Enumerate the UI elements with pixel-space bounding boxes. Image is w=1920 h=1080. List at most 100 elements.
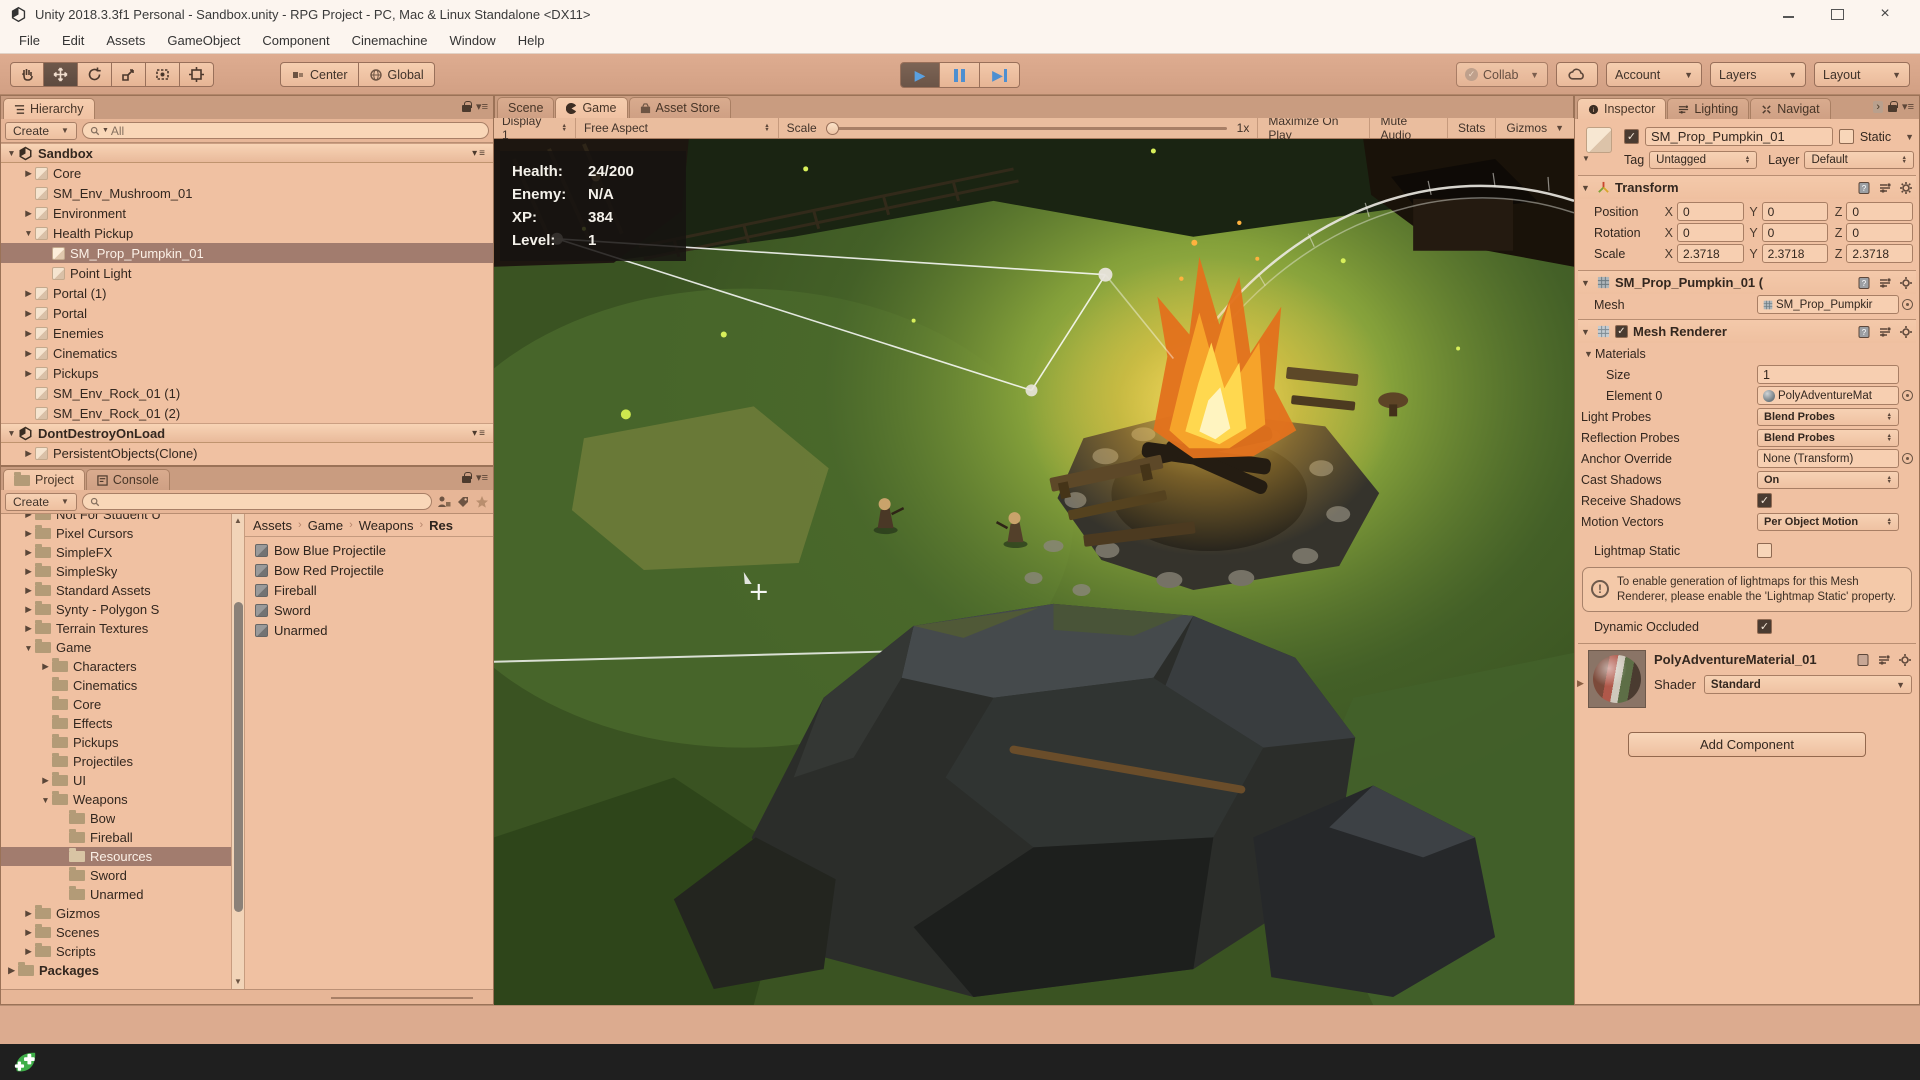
foldout-icon[interactable]: ▶	[22, 623, 35, 634]
menu-help[interactable]: Help	[507, 28, 556, 53]
asset-file-item[interactable]: Fireball	[245, 580, 493, 600]
gear-icon[interactable]	[1899, 181, 1913, 195]
static-dropdown-icon[interactable]: ▼	[1905, 132, 1914, 142]
pivot-toggle[interactable]: Center	[280, 62, 359, 87]
foldout-icon[interactable]: ▼	[1581, 327, 1592, 337]
hierarchy-item[interactable]: Point Light	[1, 263, 493, 283]
project-folder-item[interactable]: ▶SimpleSky	[1, 562, 231, 581]
gear-icon[interactable]	[1898, 653, 1912, 667]
pause-button[interactable]	[940, 62, 980, 88]
receive-shadows-checkbox[interactable]: ✓	[1757, 493, 1772, 508]
foldout-icon[interactable]: ▶	[22, 604, 35, 615]
project-folder-item[interactable]: ▼Weapons	[1, 790, 231, 809]
materials-foldout-icon[interactable]: ▼	[1584, 349, 1595, 359]
rotation-x-field[interactable]: 0	[1677, 223, 1744, 242]
foldout-icon[interactable]: ▶	[22, 566, 35, 577]
lightmap-static-checkbox[interactable]	[1757, 543, 1772, 558]
breadcrumb-item[interactable]: Assets	[253, 518, 292, 533]
element0-object-field[interactable]: PolyAdventureMat	[1757, 386, 1913, 405]
foldout-icon[interactable]: ▼	[1581, 183, 1592, 193]
position-y-field[interactable]: 0	[1762, 202, 1829, 221]
scene-header-row[interactable]: ▼DontDestroyOnLoad▾≡	[1, 423, 493, 443]
hierarchy-item[interactable]: ▶Cinematics	[1, 343, 493, 363]
hierarchy-item[interactable]: ▶Core	[1, 163, 493, 183]
gizmos-button[interactable]: Gizmos▼	[1495, 118, 1574, 138]
foldout-icon[interactable]: ▶	[22, 368, 35, 379]
hierarchy-item[interactable]: ▶Portal	[1, 303, 493, 323]
foldout-icon[interactable]: ▶	[22, 208, 35, 219]
search-by-label-icon[interactable]	[456, 495, 470, 509]
foldout-icon[interactable]: ▶	[22, 308, 35, 319]
lock-icon[interactable]	[1888, 101, 1897, 112]
foldout-icon[interactable]: ▼	[5, 148, 18, 158]
asset-file-item[interactable]: Sword	[245, 600, 493, 620]
object-picker-icon[interactable]	[1902, 390, 1913, 401]
project-folder-item[interactable]: Fireball	[1, 828, 231, 847]
foldout-icon[interactable]: ▶	[39, 661, 52, 672]
breadcrumb-item[interactable]: Weapons	[359, 518, 414, 533]
menu-assets[interactable]: Assets	[95, 28, 156, 53]
menu-gameobject[interactable]: GameObject	[156, 28, 251, 53]
hierarchy-search-input[interactable]: ▼ All	[82, 122, 489, 139]
material-foldout-icon[interactable]: ▶	[1577, 678, 1584, 689]
foldout-icon[interactable]: ▶	[22, 328, 35, 339]
scroll-down-icon[interactable]: ▼	[234, 977, 242, 986]
mesh-object-field[interactable]: SM_Prop_Pumpkir	[1757, 295, 1913, 314]
tab-inspector[interactable]: i Inspector	[1577, 98, 1666, 119]
scale-z-field[interactable]: 2.3718	[1846, 244, 1913, 263]
play-button[interactable]: ▶	[900, 62, 940, 88]
project-folder-item[interactable]: ▶Gizmos	[1, 904, 231, 923]
panel-menu-icon[interactable]: ▾≡	[1902, 100, 1914, 113]
hierarchy-item[interactable]: ▶Portal (1)	[1, 283, 493, 303]
project-folder-item[interactable]: ▼Game	[1, 638, 231, 657]
mute-audio-button[interactable]: Mute Audio	[1369, 118, 1447, 138]
asset-file-item[interactable]: Bow Blue Projectile	[245, 540, 493, 560]
material-preview[interactable]	[1588, 650, 1646, 708]
foldout-icon[interactable]: ▼	[22, 228, 35, 238]
anchor-override-field[interactable]: None (Transform)	[1757, 449, 1899, 468]
breadcrumb-item[interactable]: Res	[429, 518, 453, 533]
project-folder-item[interactable]: Pickups	[1, 733, 231, 752]
tab-navigation[interactable]: Navigat	[1750, 98, 1830, 119]
project-folder-item[interactable]: ▶Packages	[1, 961, 231, 980]
search-by-type-icon[interactable]	[437, 495, 451, 509]
reference-icon[interactable]	[1856, 653, 1870, 667]
scene-header-row[interactable]: ▼Sandbox▾≡	[1, 143, 493, 163]
cloud-button[interactable]	[1556, 62, 1598, 87]
menu-file[interactable]: File	[8, 28, 51, 53]
light-probes-dropdown[interactable]: Blend Probes▲▼	[1757, 408, 1899, 426]
foldout-icon[interactable]: ▼	[39, 795, 52, 805]
hierarchy-item[interactable]: ▶Pickups	[1, 363, 493, 383]
project-folder-item[interactable]: ▶Terrain Textures	[1, 619, 231, 638]
hierarchy-item[interactable]: SM_Env_Rock_01 (2)	[1, 403, 493, 423]
project-folder-item[interactable]: Sword	[1, 866, 231, 885]
asset-file-item[interactable]: Unarmed	[245, 620, 493, 640]
renderer-enabled-checkbox[interactable]: ✓	[1615, 325, 1628, 338]
tab-scene[interactable]: Scene	[497, 97, 554, 118]
taskbar-app-icon[interactable]	[12, 1049, 39, 1076]
object-icon[interactable]: ▼	[1580, 127, 1618, 161]
asset-file-item[interactable]: Bow Red Projectile	[245, 560, 493, 580]
breadcrumb-item[interactable]: Game	[308, 518, 343, 533]
foldout-icon[interactable]: ▶	[22, 946, 35, 957]
hierarchy-item[interactable]: SM_Prop_Pumpkin_01	[1, 243, 493, 263]
reference-icon[interactable]: ?	[1857, 181, 1871, 195]
reference-icon[interactable]: ?	[1857, 276, 1871, 290]
project-folder-item[interactable]: ▶UI	[1, 771, 231, 790]
preset-icon[interactable]	[1877, 653, 1891, 667]
layout-dropdown[interactable]: Layout▼	[1814, 62, 1910, 87]
layers-dropdown[interactable]: Layers▼	[1710, 62, 1806, 87]
foldout-icon[interactable]: ▶	[22, 448, 35, 459]
hierarchy-create-button[interactable]: Create▼	[5, 122, 77, 140]
foldout-icon[interactable]: ▼	[5, 428, 18, 438]
foldout-icon[interactable]: ▶	[22, 908, 35, 919]
object-picker-icon[interactable]	[1902, 299, 1913, 310]
motion-vectors-dropdown[interactable]: Per Object Motion▲▼	[1757, 513, 1899, 531]
step-button[interactable]: ▶	[980, 62, 1020, 88]
preset-icon[interactable]	[1878, 276, 1892, 290]
shader-dropdown[interactable]: Standard▼	[1704, 675, 1912, 694]
lock-icon[interactable]	[462, 472, 471, 483]
lock-icon[interactable]	[462, 101, 471, 112]
add-component-button[interactable]: Add Component	[1628, 732, 1866, 757]
project-folder-item[interactable]: ▶Synty - Polygon S	[1, 600, 231, 619]
